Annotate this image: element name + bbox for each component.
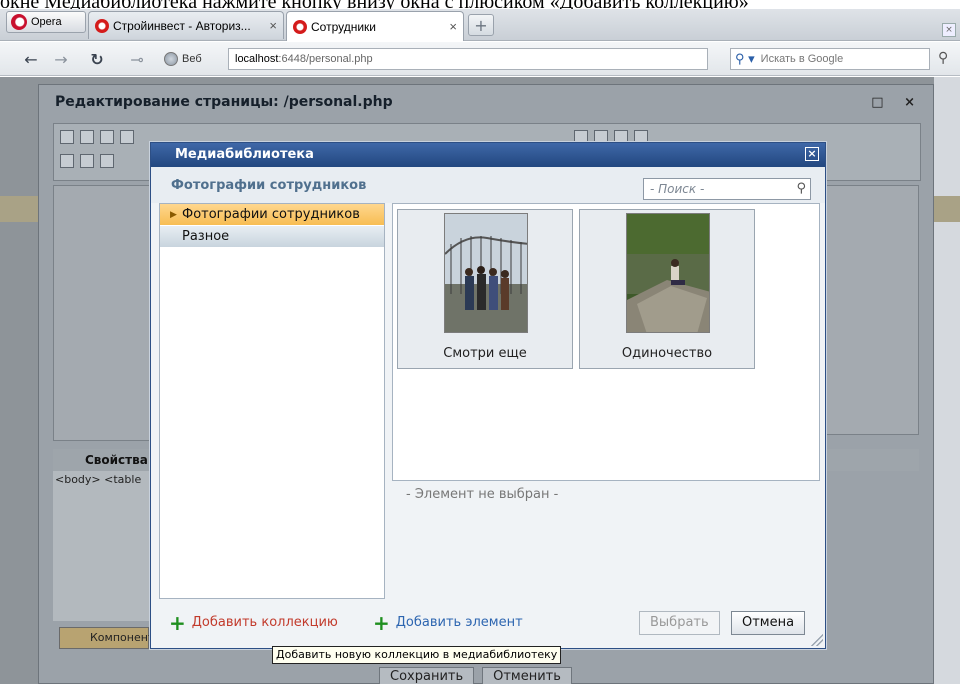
web-site-badge[interactable]: Веб — [164, 49, 202, 69]
tab-label: Сотрудники — [311, 19, 376, 34]
url-host: localhost — [235, 53, 279, 65]
collection-label: Фотографии сотрудников — [182, 207, 360, 222]
media-item-caption: Одиночество — [621, 346, 713, 361]
add-collection-tooltip: Добавить новую коллекцию в медиабиблиоте… — [272, 646, 562, 664]
media-item-caption: Смотри еще — [443, 346, 527, 361]
toolbar-split-icon[interactable] — [100, 154, 114, 168]
toolbar-source-icon[interactable] — [80, 154, 94, 168]
web-search-field[interactable]: ⚲ ▾ Искать в Google — [730, 48, 930, 70]
editor-title: Редактирование страницы: /personal.php — [55, 94, 393, 110]
new-tab-button[interactable]: + — [468, 14, 494, 36]
web-search-placeholder: Искать в Google — [760, 53, 844, 65]
cancel-button[interactable]: Отмена — [731, 611, 806, 635]
browser-tab-active[interactable]: Сотрудники × — [286, 11, 464, 41]
plus-icon: + — [373, 610, 390, 635]
opera-menu-label: Opera — [31, 16, 62, 28]
collections-list: ▶ Фотографии сотрудников Разное — [159, 203, 385, 599]
photo-thumbnail[interactable] — [444, 213, 528, 333]
browser-tab-bar: Opera Стройинвест - Авториз... × Сотрудн… — [0, 9, 960, 41]
search-icon[interactable]: ⚲ — [796, 179, 806, 199]
collection-label: Разное — [182, 229, 230, 244]
opera-menu-button[interactable]: Opera — [6, 11, 86, 33]
close-icon[interactable]: × — [805, 147, 819, 161]
editor-bottom-buttons: Сохранить Отменить — [379, 667, 572, 684]
dialog-footer: + Добавить коллекцию + Добавить элемент … — [151, 605, 825, 649]
resize-grip-icon[interactable] — [811, 634, 823, 646]
plus-icon: + — [169, 610, 186, 635]
editor-titlebar: Редактирование страницы: /personal.php □… — [39, 85, 933, 119]
close-tab-icon[interactable]: × — [269, 18, 277, 33]
site-favicon-icon — [95, 18, 109, 33]
cancel-edit-button[interactable]: Отменить — [482, 667, 572, 684]
components-tab[interactable]: Компонент — [59, 627, 154, 649]
opera-logo-icon — [11, 14, 27, 30]
toolbar-paste-text-icon[interactable] — [100, 130, 114, 144]
dialog-title: Медиабиблиотека — [175, 147, 314, 162]
toolbar-copy-icon[interactable] — [120, 130, 134, 144]
properties-panel-header: Свойства — [53, 449, 163, 471]
tab-label: Стройинвест - Авториз... — [113, 18, 251, 33]
collection-item-staff-photos[interactable]: ▶ Фотографии сотрудников — [160, 204, 384, 226]
reload-icon[interactable]: ↻ — [86, 49, 108, 69]
media-item-card[interactable]: Смотри еще — [397, 209, 573, 369]
window-corner-icon[interactable]: × — [942, 23, 956, 37]
components-tab-label: Компонент — [90, 631, 155, 644]
address-field[interactable]: localhost:6448/personal.php — [228, 48, 708, 70]
url-rest: :6448/personal.php — [278, 53, 373, 65]
editor-window-controls[interactable]: □ × — [871, 95, 923, 110]
properties-panel: <body> <table — [53, 471, 163, 621]
add-collection-button[interactable]: + Добавить коллекцию — [169, 610, 338, 635]
toolbar-settings-icon[interactable] — [60, 130, 74, 144]
media-item-card[interactable]: Одиночество — [579, 209, 755, 369]
select-button[interactable]: Выбрать — [639, 611, 720, 635]
editor-side-panel — [823, 185, 919, 435]
page-scroll-area — [934, 77, 960, 684]
editor-content-area[interactable] — [53, 185, 163, 441]
search-engine-icon[interactable]: ⚲ ▾ — [735, 51, 755, 67]
add-item-button[interactable]: + Добавить элемент — [373, 610, 523, 635]
toolbar-paste-icon[interactable] — [80, 130, 94, 144]
key-icon[interactable]: ⊸ — [126, 49, 148, 69]
expand-arrow-icon[interactable]: ▶ — [170, 204, 177, 226]
no-selection-text: - Элемент не выбран - — [406, 487, 559, 502]
toolbar-view-icon[interactable] — [60, 154, 74, 168]
browser-nav-bar: ← → ↻ ⊸ Веб localhost:6448/personal.php … — [0, 42, 960, 76]
forward-arrow-icon[interactable]: → — [50, 49, 72, 69]
dialog-titlebar[interactable]: Медиабиблиотека × — [151, 143, 825, 167]
add-item-label: Добавить элемент — [395, 615, 523, 630]
globe-icon — [164, 52, 178, 66]
dialog-header: Фотографии сотрудников - Поиск - ⚲ — [151, 167, 825, 203]
media-library-dialog: Медиабиблиотека × Фотографии сотрудников… — [150, 142, 826, 649]
browser-tab-inactive[interactable]: Стройинвест - Авториз... × — [88, 11, 284, 39]
site-favicon-icon — [293, 19, 307, 34]
items-grid: Смотри еще Одиночество — [392, 203, 820, 481]
properties-path: <body> <table — [55, 473, 142, 486]
add-collection-label: Добавить коллекцию — [191, 615, 338, 630]
properties-title: Свойства — [85, 453, 148, 467]
current-collection-title: Фотографии сотрудников — [171, 178, 367, 193]
save-button[interactable]: Сохранить — [379, 667, 475, 684]
search-input[interactable]: - Поиск - ⚲ — [643, 178, 811, 200]
close-tab-icon[interactable]: × — [449, 19, 457, 34]
photo-thumbnail[interactable] — [626, 213, 710, 333]
back-arrow-icon[interactable]: ← — [20, 49, 42, 69]
search-icon[interactable]: ⚲ — [938, 50, 948, 66]
properties-right-header — [823, 449, 919, 471]
collection-item-misc[interactable]: Разное — [160, 226, 384, 248]
web-label: Веб — [182, 53, 202, 65]
search-placeholder: - Поиск - — [650, 182, 705, 196]
